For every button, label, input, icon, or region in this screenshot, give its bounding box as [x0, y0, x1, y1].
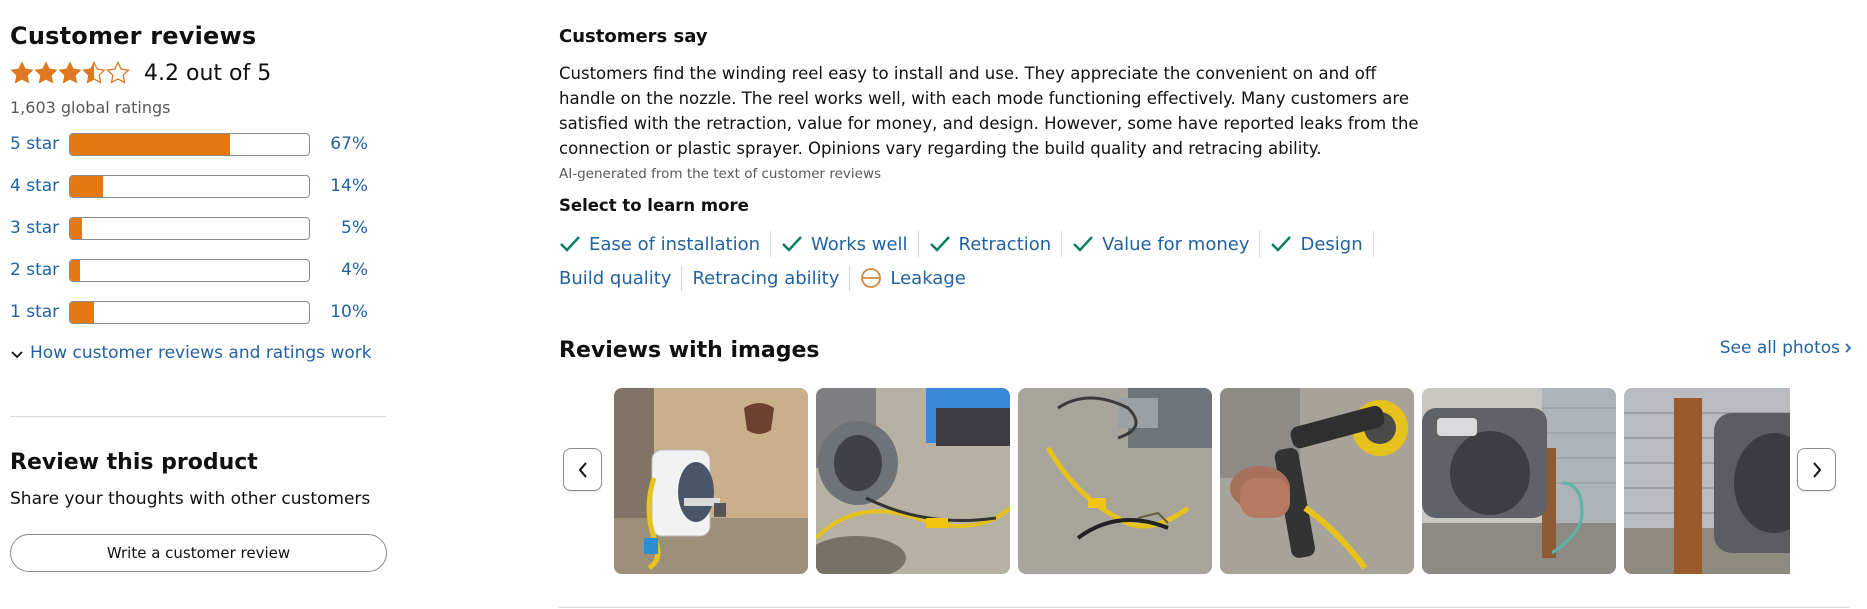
histogram-row-2-star[interactable]: 2 star 4%	[10, 258, 390, 282]
aspect-chip-label[interactable]: Leakage	[890, 268, 965, 289]
aspect-chip-label[interactable]: Works well	[811, 234, 907, 255]
rating-histogram: 5 star 67% 4 star 14% 3 star 5% 2 star 4…	[10, 132, 390, 324]
histogram-bar-fill	[70, 259, 80, 281]
carousel-prev-button[interactable]	[563, 448, 602, 491]
see-all-photos-label[interactable]: See all photos	[1720, 338, 1840, 358]
review-images-carousel	[563, 388, 1850, 578]
section-divider	[559, 607, 1849, 608]
see-all-photos-link[interactable]: See all photos	[1720, 338, 1852, 358]
review-images-strip	[614, 388, 1790, 578]
aspect-chip-label[interactable]: Retraction	[959, 234, 1052, 255]
aspect-chip-label[interactable]: Build quality	[559, 268, 671, 289]
histogram-bar[interactable]	[69, 174, 310, 198]
histogram-label[interactable]: 1 star	[10, 302, 69, 322]
aspect-chip-row: Build quality Retracing ability Leakage	[559, 261, 1429, 295]
check-icon	[782, 236, 802, 252]
average-rating[interactable]: 4.2 out of 5	[10, 58, 390, 88]
histogram-row-5-star[interactable]: 5 star 67%	[10, 132, 390, 156]
review-image-thumbnail[interactable]	[1624, 388, 1790, 574]
histogram-percent[interactable]: 5%	[310, 218, 368, 238]
review-image-thumbnail[interactable]	[816, 388, 1010, 574]
star-empty-icon	[106, 61, 130, 84]
star-rating	[10, 61, 130, 85]
aspect-chip-row: Ease of installation Works well Retracti…	[559, 227, 1429, 261]
rating-text: 4.2 out of 5	[144, 60, 272, 86]
histogram-bar-fill	[70, 175, 104, 197]
aspect-chip-label[interactable]: Value for money	[1102, 234, 1249, 255]
histogram-bar[interactable]	[69, 216, 310, 240]
ai-generated-note: AI-generated from the text of customer r…	[559, 166, 882, 182]
histogram-bar-fill	[70, 301, 94, 323]
check-icon	[1073, 236, 1094, 252]
chevron-left-icon	[578, 461, 587, 478]
customers-say-summary: Customers find the winding reel easy to …	[559, 64, 1419, 158]
histogram-label[interactable]: 4 star	[10, 176, 69, 196]
customers-say-section: Customers say Customers find the winding…	[559, 26, 1849, 295]
review-image	[614, 388, 808, 574]
histogram-bar[interactable]	[69, 132, 310, 156]
histogram-bar[interactable]	[69, 300, 310, 324]
review-product-heading: Review this product	[10, 450, 258, 475]
ratings-summary: Customer reviews 4.2 out of 5 1,603 glob…	[10, 22, 390, 363]
star-full-icon	[34, 61, 58, 84]
histogram-percent[interactable]: 67%	[310, 134, 368, 154]
check-icon	[560, 236, 580, 252]
aspect-chip-label[interactable]: Design	[1300, 234, 1362, 255]
aspect-chip-design[interactable]: Design	[1260, 231, 1374, 257]
review-image-thumbnail[interactable]	[614, 388, 808, 574]
histogram-label[interactable]: 3 star	[10, 218, 69, 238]
aspect-chip-leakage[interactable]: Leakage	[850, 265, 975, 291]
star-full-icon	[10, 61, 34, 84]
chevron-right-icon	[1812, 461, 1821, 478]
review-image-thumbnail[interactable]	[1422, 388, 1616, 574]
review-image-thumbnail[interactable]	[1018, 388, 1212, 574]
customers-say-heading: Customers say	[559, 26, 708, 47]
aspect-chip-label[interactable]: Ease of installation	[589, 234, 760, 255]
histogram-bar[interactable]	[69, 258, 310, 282]
review-product-subtitle: Share your thoughts with other customers	[10, 489, 371, 509]
reviews-with-images-heading: Reviews with images	[559, 338, 820, 363]
section-divider	[10, 416, 386, 417]
star-full-icon	[58, 61, 82, 84]
chevron-right-icon	[1845, 343, 1852, 353]
aspect-chip-retraction[interactable]: Retraction	[919, 231, 1063, 257]
review-image-thumbnail[interactable]	[1220, 388, 1414, 574]
aspect-chip-build-quality[interactable]: Build quality	[559, 265, 683, 291]
histogram-bar-fill	[70, 133, 231, 155]
aspect-chip-works-well[interactable]: Works well	[771, 231, 919, 257]
histogram-percent[interactable]: 4%	[310, 260, 368, 280]
aspect-chips: Ease of installation Works well Retracti…	[559, 227, 1429, 295]
customer-reviews-heading: Customer reviews	[10, 22, 257, 50]
histogram-row-3-star[interactable]: 3 star 5%	[10, 216, 390, 240]
histogram-label[interactable]: 2 star	[10, 260, 69, 280]
histogram-percent[interactable]: 14%	[310, 176, 368, 196]
how-reviews-work-label[interactable]: How customer reviews and ratings work	[30, 343, 372, 363]
review-image	[1220, 388, 1414, 574]
histogram-row-1-star[interactable]: 1 star 10%	[10, 300, 390, 324]
review-image	[1018, 388, 1212, 574]
how-reviews-work-link[interactable]: How customer reviews and ratings work	[10, 343, 390, 363]
select-to-learn-heading: Select to learn more	[559, 196, 749, 215]
aspect-chip-retracing-ability[interactable]: Retracing ability	[682, 265, 851, 291]
check-icon	[929, 236, 950, 252]
review-image	[1624, 388, 1790, 574]
write-review-button[interactable]: Write a customer review	[10, 534, 387, 572]
global-ratings-count: 1,603 global ratings	[10, 98, 171, 117]
check-icon	[1271, 236, 1292, 252]
aspect-chip-label[interactable]: Retracing ability	[692, 268, 839, 289]
carousel-next-button[interactable]	[1797, 448, 1836, 491]
review-image	[1422, 388, 1616, 574]
histogram-label[interactable]: 5 star	[10, 134, 69, 154]
star-half-icon	[82, 61, 106, 84]
review-image	[816, 388, 1010, 574]
chevron-down-icon	[11, 351, 23, 359]
histogram-bar-fill	[70, 217, 82, 239]
mixed-sentiment-icon	[861, 268, 882, 288]
histogram-percent[interactable]: 10%	[310, 302, 368, 322]
histogram-row-4-star[interactable]: 4 star 14%	[10, 174, 390, 198]
aspect-chip-value-for-money[interactable]: Value for money	[1062, 231, 1261, 257]
aspect-chip-ease-of-installation[interactable]: Ease of installation	[559, 231, 772, 257]
